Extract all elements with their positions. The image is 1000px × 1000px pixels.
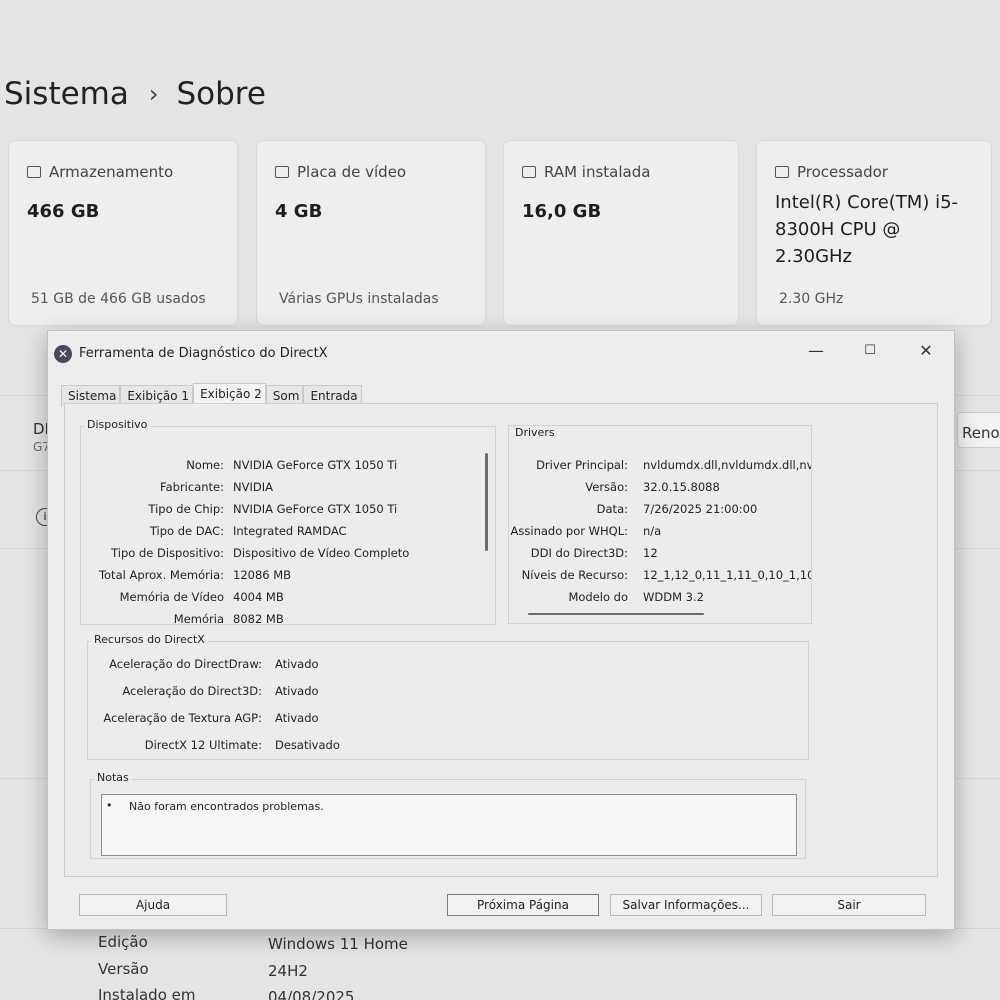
driver-value: 7/26/2025 21:00:00 [643,502,758,516]
device-key: Memória [173,612,224,626]
exit-button[interactable]: Sair [772,894,926,916]
drivers-scrollbar[interactable] [528,613,704,615]
os-installed-value: 04/08/2025 [268,988,355,1000]
os-version-value: 24H2 [268,962,308,980]
driver-value: WDDM 3.2 [643,590,704,604]
tab-exibicao-2[interactable]: Exibição 2 [193,383,266,405]
card-value: 16,0 GB [522,201,602,222]
gpu-icon [275,166,289,178]
card-label: Placa de vídeo [297,163,407,181]
storage-icon [27,166,41,178]
driver-key: Driver Principal: [536,458,628,472]
card-value: Intel(R) Core(TM) i5-8300H CPU @ 2.30GHz [775,192,959,267]
window-title: Ferramenta de Diagnóstico do DirectX [79,346,328,361]
cpu-icon [775,166,789,178]
device-group: Dispositivo Nome: NVIDIA GeForce GTX 105… [80,418,496,626]
device-value: Integrated RAMDAC [233,524,347,538]
feature-value: Ativado [275,711,319,725]
notes-group: Notas • Não foram encontrados problemas. [90,771,806,859]
os-version-label: Versão [98,960,149,978]
device-key: Memória de Vídeo [119,590,224,604]
device-key: Total Aprox. Memória: [98,568,224,582]
feature-value: Ativado [275,657,319,671]
tab-content: Dispositivo Nome: NVIDIA GeForce GTX 105… [64,403,938,877]
driver-key: Data: [596,502,628,516]
card-sub: 2.30 GHz [779,291,844,307]
breadcrumb: Sistema › Sobre [4,76,266,112]
close-button[interactable]: ✕ [906,337,946,365]
maximize-button[interactable]: ☐ [850,337,890,365]
device-key: Tipo de Dispositivo: [111,546,224,560]
page-title: Sobre [176,76,266,112]
os-edition-value: Windows 11 Home [268,935,408,953]
breadcrumb-parent[interactable]: Sistema [4,76,129,112]
device-scrollbar[interactable] [485,453,488,551]
card-value: 4 GB [275,201,323,222]
device-value: 8082 MB [233,612,284,626]
notes-line: Não foram encontrados problemas. [129,800,324,813]
device-key: Tipo de DAC: [149,524,224,538]
card-label: Processador [797,163,888,181]
feature-value: Desativado [275,738,340,752]
card-value: 466 GB [27,201,100,222]
device-group-title: Dispositivo [84,418,151,431]
help-button[interactable]: Ajuda [79,894,227,916]
driver-key: Modelo do [568,590,628,604]
device-value: 12086 MB [233,568,292,582]
ram-card[interactable]: RAM instalada 16,0 GB [503,140,739,326]
cpu-card[interactable]: Processador Intel(R) Core(TM) i5-8300H C… [756,140,992,326]
device-key: Nome: [186,458,224,472]
device-value: Dispositivo de Vídeo Completo [233,546,410,560]
drivers-group: Drivers Driver Principal: nvldumdx.dll,n… [508,425,812,624]
device-key: Tipo de Chip: [148,502,224,516]
os-installed-label: Instalado em [98,986,196,1000]
driver-key: Assinado por WHQL: [510,524,628,538]
driver-key: Níveis de Recurso: [521,568,628,582]
title-bar[interactable]: ✕ Ferramenta de Diagnóstico do DirectX —… [48,331,954,369]
device-value: NVIDIA GeForce GTX 1050 Ti [233,502,398,516]
storage-card[interactable]: Armazenamento 466 GB 51 GB de 466 GB usa… [8,140,238,326]
features-group-title: Recursos do DirectX [91,633,208,646]
notes-bullet: • [106,799,113,812]
feature-key: DirectX 12 Ultimate: [144,738,262,752]
card-label: Armazenamento [49,163,174,181]
notes-textbox[interactable]: • Não foram encontrados problemas. [101,794,797,856]
save-info-button[interactable]: Salvar Informações... [610,894,762,916]
driver-value: 32.0.15.8088 [643,480,720,494]
feature-value: Ativado [275,684,319,698]
minimize-button[interactable]: — [796,337,836,365]
card-sub: 51 GB de 466 GB usados [31,291,206,307]
directx-logo-icon: ✕ [54,345,72,363]
feature-key: Aceleração de Textura AGP: [103,711,262,725]
directx-features-group: Recursos do DirectX Aceleração do Direct… [87,633,809,760]
chevron-right-icon: › [148,80,159,108]
feature-key: Aceleração do Direct3D: [122,684,262,698]
driver-key: Versão: [585,480,628,494]
driver-value: 12_1,12_0,11_1,11_0,10_1,10_ [643,568,812,582]
ram-icon [522,166,536,178]
os-edition-label: Edição [98,933,148,951]
rename-button[interactable]: Renom [957,412,1000,448]
driver-key: DDI do Direct3D: [530,546,628,560]
dxdiag-window: ✕ Ferramenta de Diagnóstico do DirectX —… [47,330,955,930]
feature-key: Aceleração do DirectDraw: [109,657,262,671]
device-value: 4004 MB [233,590,284,604]
driver-value: n/a [643,524,662,538]
device-value: NVIDIA [233,480,273,494]
device-value: NVIDIA GeForce GTX 1050 Ti [233,458,398,472]
driver-value: nvldumdx.dll,nvldumdx.dll,nvldu [643,458,811,472]
card-label: RAM instalada [544,163,651,181]
drivers-group-title: Drivers [512,426,558,439]
device-key: Fabricante: [160,480,224,494]
gpu-card[interactable]: Placa de vídeo 4 GB Várias GPUs instalad… [256,140,486,326]
next-page-button[interactable]: Próxima Página [447,894,599,916]
notes-group-title: Notas [94,771,132,784]
card-sub: Várias GPUs instaladas [279,291,439,307]
driver-value: 12 [643,546,658,560]
